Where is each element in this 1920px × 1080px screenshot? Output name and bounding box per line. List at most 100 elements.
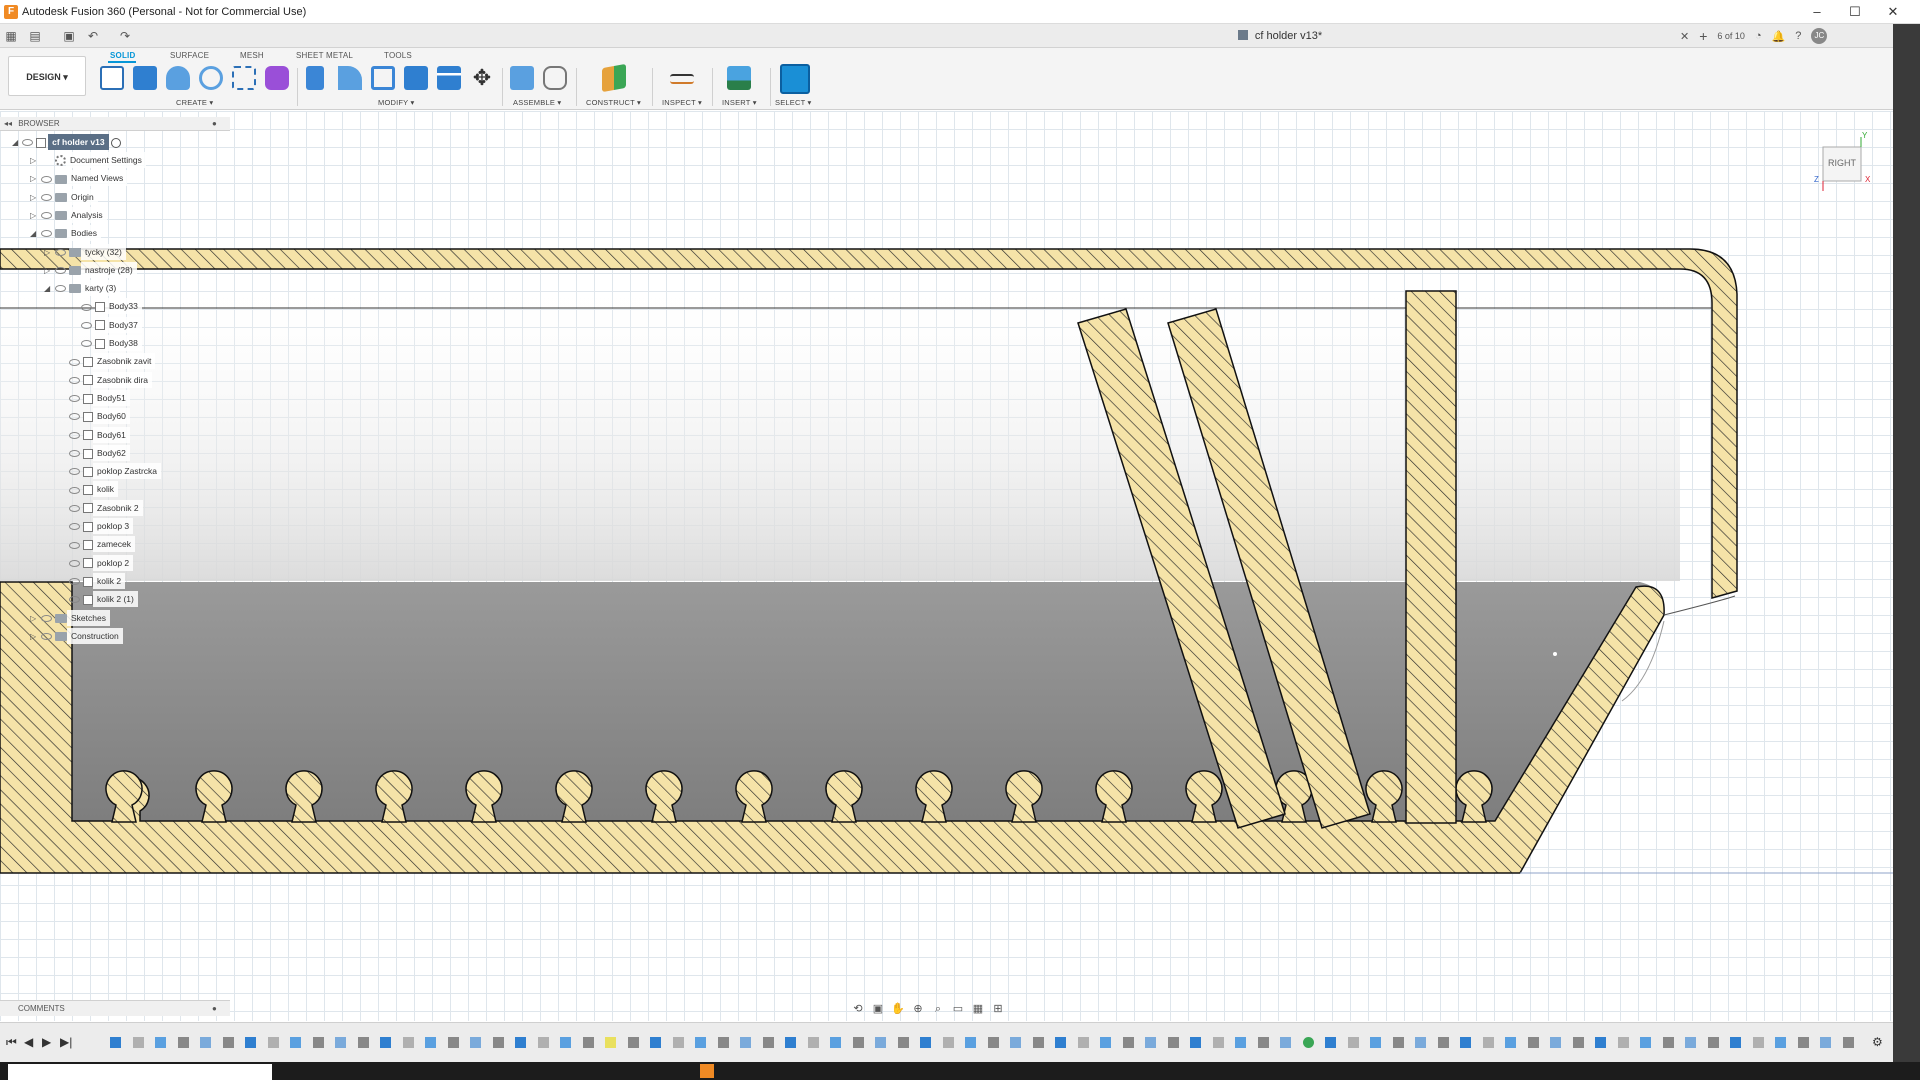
tab-mesh[interactable]: MESH bbox=[240, 51, 264, 60]
timeline-feature-icon[interactable] bbox=[312, 1037, 324, 1048]
timeline-play-icon[interactable]: ▶ bbox=[42, 1035, 51, 1049]
visibility-eye-icon[interactable] bbox=[41, 614, 52, 622]
taskbar-fusion-icon[interactable] bbox=[700, 1064, 714, 1078]
visibility-eye-icon[interactable] bbox=[69, 596, 80, 604]
comments-panel[interactable]: COMMENTS ● bbox=[0, 1000, 230, 1016]
timeline-settings-icon[interactable]: ⚙ bbox=[1872, 1035, 1883, 1049]
timeline-feature-icon[interactable] bbox=[1460, 1037, 1471, 1048]
sweep-icon[interactable] bbox=[199, 66, 223, 90]
browser-item[interactable]: ▷ tycky (32) bbox=[44, 243, 126, 260]
visibility-eye-icon[interactable] bbox=[69, 358, 80, 366]
timeline-feature-icon[interactable] bbox=[1415, 1037, 1426, 1048]
file-menu-icon[interactable]: ▤ bbox=[28, 29, 42, 43]
viewports-icon[interactable]: ⊞ bbox=[990, 1002, 1006, 1016]
minimize-button[interactable]: – bbox=[1798, 0, 1836, 24]
browser-item[interactable]: ▷ Named Views bbox=[30, 170, 128, 187]
timeline-feature-icon[interactable] bbox=[762, 1037, 774, 1048]
timeline-feature-icon[interactable] bbox=[402, 1037, 414, 1048]
timeline-feature-icon[interactable] bbox=[605, 1037, 616, 1048]
combine-icon[interactable] bbox=[404, 66, 428, 90]
visibility-eye-icon[interactable] bbox=[69, 541, 80, 549]
browser-item[interactable]: Body38 bbox=[70, 335, 142, 351]
job-status-icon[interactable]: ◔ bbox=[1755, 30, 1762, 42]
timeline-feature-icon[interactable] bbox=[1797, 1037, 1809, 1048]
revolve-icon[interactable] bbox=[166, 66, 190, 90]
timeline-feature-icon[interactable] bbox=[695, 1037, 706, 1048]
timeline-feature-icon[interactable] bbox=[155, 1037, 166, 1048]
timeline-feature-icon[interactable] bbox=[222, 1037, 234, 1048]
browser-item[interactable]: kolik 2 bbox=[58, 572, 126, 589]
timeline-feature-icon[interactable] bbox=[1820, 1037, 1831, 1048]
expand-triangle-icon[interactable]: ▷ bbox=[44, 266, 52, 275]
visibility-eye-icon[interactable] bbox=[69, 395, 80, 403]
browser-item[interactable]: Zasobnik 2 bbox=[58, 499, 143, 516]
pan-icon[interactable]: ✋ bbox=[890, 1002, 906, 1016]
timeline-feature-icon[interactable] bbox=[1617, 1037, 1629, 1048]
grid-settings-icon[interactable]: ▦ bbox=[970, 1002, 986, 1016]
expand-triangle-icon[interactable]: ◢ bbox=[44, 285, 52, 293]
visibility-eye-icon[interactable] bbox=[69, 468, 80, 476]
browser-pin-icon[interactable]: ● bbox=[212, 117, 217, 131]
timeline-feature-icon[interactable] bbox=[852, 1037, 864, 1048]
timeline-feature-icon[interactable] bbox=[1325, 1037, 1336, 1048]
timeline-feature-icon[interactable] bbox=[627, 1037, 639, 1048]
visibility-eye-icon[interactable] bbox=[69, 523, 80, 531]
timeline-feature-icon[interactable] bbox=[1842, 1037, 1854, 1048]
shell-icon[interactable] bbox=[371, 66, 395, 90]
timeline-feature-icon[interactable] bbox=[897, 1037, 909, 1048]
browser-item[interactable]: Body37 bbox=[70, 316, 142, 333]
section-view-drawing[interactable] bbox=[0, 111, 1893, 1021]
expand-triangle-icon[interactable]: ▷ bbox=[30, 632, 38, 641]
timeline-feature-icon[interactable] bbox=[1437, 1037, 1449, 1048]
visibility-eye-icon[interactable] bbox=[69, 376, 80, 384]
expand-triangle-icon[interactable]: ▷ bbox=[44, 248, 52, 257]
timeline-feature-icon[interactable] bbox=[1662, 1037, 1674, 1048]
visibility-eye-icon[interactable] bbox=[69, 486, 80, 494]
close-button[interactable]: ✕ bbox=[1874, 0, 1912, 24]
new-tab-icon[interactable]: + bbox=[1699, 28, 1707, 44]
tab-surface[interactable]: SURFACE bbox=[170, 51, 209, 60]
timeline-feature-icon[interactable] bbox=[1190, 1037, 1201, 1048]
timeline-forward-icon[interactable]: ▶| bbox=[60, 1035, 72, 1049]
browser-item[interactable]: kolik 2 (1) bbox=[58, 591, 138, 608]
visibility-eye-icon[interactable] bbox=[69, 578, 80, 586]
expand-triangle-icon[interactable]: ▷ bbox=[30, 157, 38, 165]
timeline-feature-icon[interactable] bbox=[830, 1037, 841, 1048]
visibility-eye-icon[interactable] bbox=[69, 559, 80, 567]
view-cube[interactable]: RIGHT Y Z X bbox=[1814, 131, 1871, 193]
timeline-feature-icon[interactable] bbox=[1482, 1037, 1494, 1048]
timeline-feature-icon[interactable] bbox=[875, 1037, 886, 1048]
visibility-eye-icon[interactable] bbox=[69, 431, 80, 439]
browser-item[interactable]: Body51 bbox=[58, 389, 130, 406]
timeline-feature-icon[interactable] bbox=[1302, 1037, 1314, 1048]
select-tool-icon[interactable] bbox=[780, 64, 810, 94]
help-icon[interactable]: ? bbox=[1795, 30, 1801, 42]
browser-item[interactable]: poklop 3 bbox=[58, 518, 134, 534]
new-component-icon[interactable] bbox=[510, 66, 534, 90]
expand-triangle-icon[interactable]: ▷ bbox=[30, 193, 38, 202]
workspace-switcher[interactable]: DESIGN ▾ bbox=[8, 56, 86, 96]
browser-item[interactable]: Zasobnik dira bbox=[58, 371, 153, 388]
timeline-feature-icon[interactable] bbox=[920, 1037, 931, 1048]
browser-item[interactable]: poklop Zastrcka bbox=[58, 463, 161, 480]
close-tab-icon[interactable]: ✕ bbox=[1680, 30, 1689, 43]
tab-sheet-metal[interactable]: SHEET METAL bbox=[296, 51, 353, 60]
timeline-feature-icon[interactable] bbox=[807, 1037, 819, 1048]
joint-icon[interactable] bbox=[543, 66, 567, 90]
timeline-feature-icon[interactable] bbox=[1235, 1037, 1246, 1048]
grid-menu-icon[interactable]: ▦ bbox=[4, 29, 18, 43]
group-inspect[interactable]: INSPECT ▾ bbox=[662, 98, 702, 107]
collapse-triangle-icon[interactable]: ◢ bbox=[12, 139, 20, 147]
fit-icon[interactable]: ⌕ bbox=[930, 1002, 946, 1016]
browser-item[interactable]: ▷ Document Settings bbox=[30, 152, 146, 168]
fillet-icon[interactable] bbox=[338, 66, 362, 90]
timeline-feature-icon[interactable] bbox=[1392, 1037, 1404, 1048]
offset-plane-icon[interactable] bbox=[602, 63, 626, 93]
group-insert[interactable]: INSERT ▾ bbox=[722, 98, 757, 107]
timeline-feature-icon[interactable] bbox=[1595, 1037, 1606, 1048]
timeline-feature-icon[interactable] bbox=[650, 1037, 661, 1048]
visibility-eye-icon[interactable] bbox=[81, 321, 92, 329]
timeline-feature-icon[interactable] bbox=[470, 1037, 481, 1048]
timeline-feature-icon[interactable] bbox=[560, 1037, 571, 1048]
visibility-eye-icon[interactable] bbox=[41, 633, 52, 641]
